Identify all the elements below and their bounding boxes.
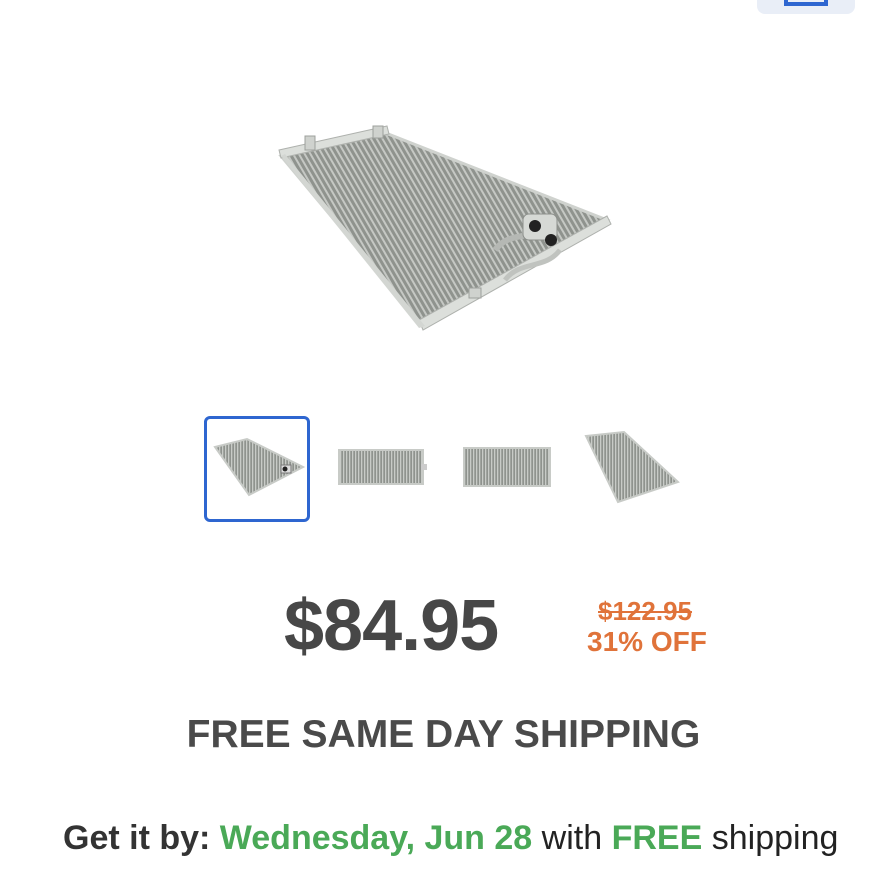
product-main-image[interactable] <box>255 110 635 350</box>
delivery-free: FREE <box>611 819 703 857</box>
original-price: $122.95 <box>598 596 692 626</box>
condenser-rear-view-icon <box>463 447 551 487</box>
thumbnail-3[interactable] <box>458 416 564 522</box>
delivery-shipping: shipping <box>711 819 839 857</box>
thumbnail-1[interactable] <box>204 416 310 522</box>
tray-icon <box>784 0 828 6</box>
product-price: $84.95 <box>284 586 499 666</box>
header-action-button[interactable] <box>757 0 855 14</box>
condenser-front-view-icon <box>338 449 427 485</box>
delivery-label: Get it by: <box>63 819 211 857</box>
thumbnail-4[interactable] <box>582 416 688 522</box>
condenser-angle-view-icon <box>213 437 306 497</box>
condenser-radiator-image <box>278 125 612 331</box>
delivery-estimate: Get it by: Wednesday, Jun 28 with FREE s… <box>63 818 843 858</box>
thumbnail-2[interactable] <box>331 416 437 522</box>
delivery-date: Wednesday, Jun 28 <box>219 819 533 857</box>
discount-badge: 31% OFF <box>587 626 707 657</box>
shipping-banner: FREE SAME DAY SHIPPING <box>186 713 701 756</box>
product-page: $84.95 $122.95 31% OFF FREE SAME DAY SHI… <box>0 0 887 887</box>
condenser-side-view-icon <box>584 430 680 504</box>
thumbnail-strip <box>204 416 704 522</box>
delivery-with: with <box>541 819 603 857</box>
